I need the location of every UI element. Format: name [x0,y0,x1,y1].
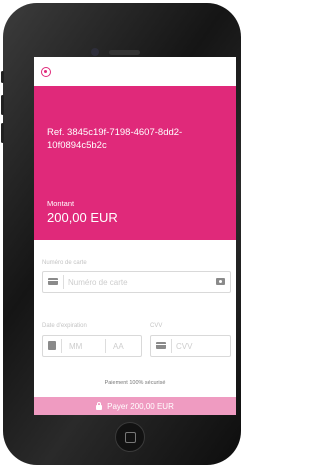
expiry-year-input[interactable]: AA [113,342,124,351]
payment-reference: Ref. 3845c19f-7198-4607-8dd2-10f0894c5b2… [47,127,183,151]
camera-scan-icon[interactable] [216,278,225,285]
pay-button-label: Payer 200,00 EUR [107,401,174,411]
card-icon [48,278,58,285]
calendar-icon [48,341,56,350]
brand-logo-icon [41,67,51,77]
secure-payment-text: Paiement 100% sécurisé [104,380,166,386]
amount-value: 200,00 EUR [47,210,118,225]
phone-screen: Ref. 3845c19f-7198-4607-8dd2-10f0894c5b2… [34,57,236,415]
card-number-field[interactable]: Numéro de carte [42,271,231,293]
earpiece-speaker [109,50,140,55]
lock-icon [96,401,103,410]
expiry-field[interactable]: MM AA [42,335,142,357]
cvv-placeholder: CVV [176,342,193,351]
cvv-label: CVV [150,323,163,329]
cvv-field[interactable]: CVV [150,335,231,357]
payment-summary: Ref. 3845c19f-7198-4607-8dd2-10f0894c5b2… [34,86,236,240]
volume-up-button [1,95,4,115]
expiry-label: Date d'expiration [42,323,87,329]
card-icon [156,342,166,349]
home-button-icon[interactable] [115,422,145,452]
top-bar [34,57,236,86]
card-number-label: Numéro de carte [42,260,87,266]
pay-button[interactable]: Payer 200,00 EUR [34,397,236,415]
expiry-month-input[interactable]: MM [69,342,82,351]
front-camera [91,48,99,56]
volume-down-button [1,123,4,143]
card-number-placeholder: Numéro de carte [68,278,128,287]
mute-switch [1,71,4,83]
amount-label: Montant [47,199,75,208]
